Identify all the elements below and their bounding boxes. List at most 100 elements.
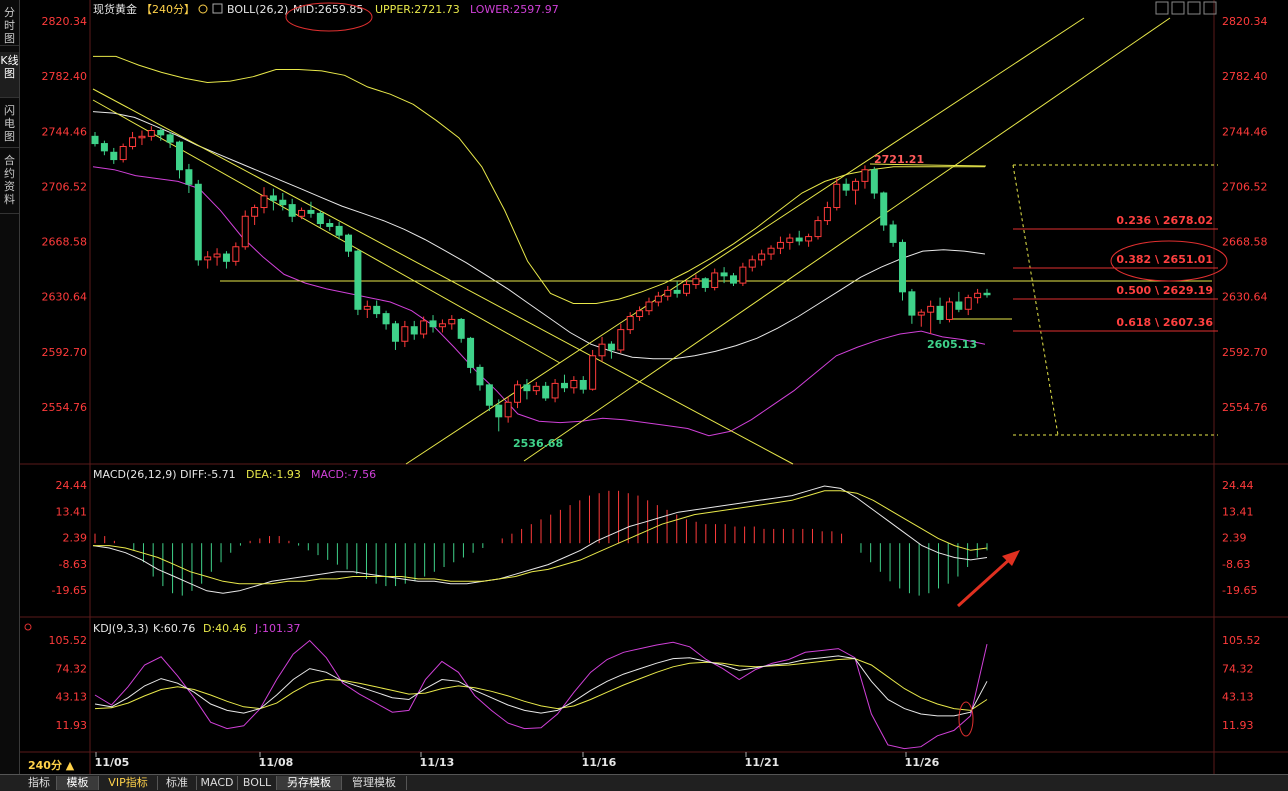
candle-body (739, 266, 747, 284)
candle-body (391, 323, 399, 342)
price-axis-label: 2820.34 (42, 15, 88, 28)
price-axis-label: 2782.40 (42, 70, 88, 83)
kdj-settings-icon[interactable] (24, 623, 32, 631)
settings-circle-icon[interactable] (198, 4, 208, 14)
candle-body (157, 130, 165, 136)
macd-axis-label: 13.41 (1222, 505, 1254, 518)
price-axis-label: 2592.70 (1222, 346, 1268, 359)
candle-body (767, 247, 775, 255)
candle-body (532, 385, 540, 392)
candle-body (185, 169, 193, 185)
candle-body (354, 250, 362, 310)
macd-axis-label: 13.41 (56, 505, 88, 518)
zoom-in-icon[interactable] (1171, 1, 1185, 15)
kdj-k-line (94, 655, 988, 717)
boll-lower-line (92, 166, 986, 437)
low-price-label: 2536.68 (513, 437, 563, 450)
price-axis-label: 2782.40 (1222, 70, 1268, 83)
price-axis-label: 2744.46 (42, 125, 88, 138)
price-axis-label: 2554.76 (1222, 401, 1268, 414)
candle-body (251, 207, 259, 217)
boll-mid-line (92, 111, 986, 360)
trend-line (523, 17, 1171, 462)
kdj-axis-label: 105.52 (1222, 634, 1261, 647)
candle-body (720, 272, 728, 277)
tab-indicators[interactable]: 指标 (22, 776, 57, 790)
macd-diff-line (92, 485, 988, 594)
candle-body (129, 137, 137, 147)
tab-macd[interactable]: MACD (197, 776, 238, 790)
macd-hist-value: MACD:-7.56 (311, 468, 376, 481)
symbol-name: 现货黄金 (93, 2, 137, 16)
price-axis-left: 2820.34 2782.40 2744.46 2706.52 2668.58 2630.… (42, 15, 88, 414)
projection-line (1012, 164, 1059, 436)
macd-histogram (94, 490, 988, 596)
kdj-axis-label: 43.13 (56, 691, 88, 704)
kdj-axis-label: 74.32 (56, 662, 88, 675)
candle-body (542, 385, 550, 399)
candle-body (100, 143, 108, 152)
price-axis-label: 2706.52 (1222, 180, 1268, 193)
recent-low-label: 2605.13 (927, 338, 977, 351)
kdj-axis-label: 11.93 (1222, 719, 1254, 732)
boll-name: BOLL(26,2) (227, 3, 288, 16)
chart-canvas[interactable]: 现货黄金 【240分】 BOLL(26,2) MID:2659.85 UPPER… (0, 0, 1288, 774)
candle-body (711, 272, 719, 288)
candle-body (786, 237, 794, 243)
candle-body (429, 320, 437, 328)
macd-axis-label: -8.63 (1222, 558, 1250, 571)
candle-body (645, 301, 653, 312)
candle-body (213, 253, 221, 258)
candle-body (232, 246, 240, 262)
macd-axis-label: 24.44 (56, 479, 88, 492)
tab-vip-indicators[interactable]: VIP指标 (99, 776, 158, 790)
kdj-j-value: J:101.37 (254, 622, 300, 635)
macd-axis-label: -19.65 (1222, 584, 1257, 597)
candle-body (335, 225, 343, 236)
candle-body (833, 183, 841, 209)
candle-body (955, 301, 963, 310)
candle-body (288, 204, 296, 217)
date-label: 11/05 (95, 756, 130, 769)
candle-body (560, 382, 568, 389)
candle-body (664, 289, 672, 297)
candle-body (551, 382, 559, 399)
candle-body (241, 215, 249, 248)
candle-body (119, 145, 127, 161)
candle-body (269, 195, 277, 201)
candle-body (683, 284, 691, 294)
zoom-out-icon[interactable] (1187, 1, 1201, 15)
candle-body (607, 343, 615, 351)
candle-body (974, 292, 982, 299)
period-selector[interactable]: 240分 ▲ (28, 757, 74, 773)
candle-body (382, 313, 390, 325)
candle-body (983, 292, 991, 296)
candle-body (861, 169, 869, 182)
candle-body (457, 318, 465, 339)
move-icon[interactable] (1155, 1, 1169, 15)
candle-body (570, 379, 578, 389)
high-price-label: 2721.21 (874, 153, 924, 166)
tab-standard[interactable]: 标准 (158, 776, 197, 790)
candle-body (410, 326, 418, 335)
candle-body (204, 256, 212, 261)
candle-body (795, 237, 803, 242)
trend-line (92, 88, 794, 465)
date-label: 11/16 (582, 756, 617, 769)
candle-body (485, 384, 493, 406)
kdj-cross-highlight-ellipse (958, 701, 974, 737)
candle-body (729, 275, 737, 284)
boll-lower-value: LOWER:2597.97 (470, 3, 559, 16)
tab-templates[interactable]: 模板 (57, 776, 99, 790)
trend-line (92, 99, 561, 364)
macd-dea-value: DEA:-1.93 (246, 468, 301, 481)
candle-body (420, 320, 428, 335)
tab-save-template[interactable]: 另存模板 (277, 776, 342, 790)
indicator-toggle-icon[interactable] (212, 3, 223, 14)
tab-boll[interactable]: BOLL (238, 776, 277, 790)
price-axis-label: 2630.64 (1222, 291, 1268, 304)
macd-axis-label: 2.39 (63, 532, 88, 545)
fib-label: 0.382 \ 2651.01 (1116, 253, 1213, 266)
tab-manage-templates[interactable]: 管理模板 (342, 776, 407, 790)
candle-body (673, 289, 681, 294)
